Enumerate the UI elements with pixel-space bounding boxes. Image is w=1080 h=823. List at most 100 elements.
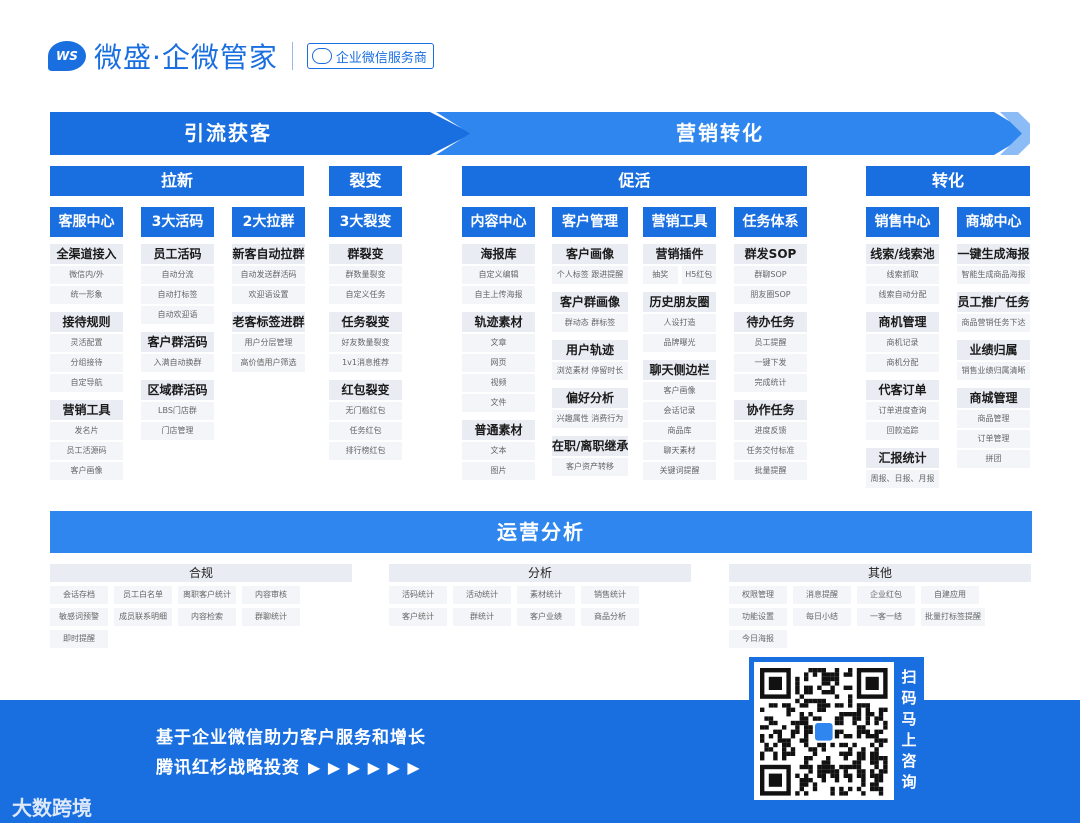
feature-item: 客户资产转移 (552, 458, 628, 476)
qr-module (883, 760, 888, 765)
feature-item: 员工提醒 (734, 334, 807, 352)
qr-module (834, 734, 840, 739)
qr-module (804, 778, 809, 783)
qr-module (760, 751, 765, 756)
feature-item: 群聊SOP (734, 266, 807, 284)
feature-item: 用户分层管理 (232, 334, 305, 352)
qr-module (808, 747, 813, 752)
qr-finder (768, 676, 782, 690)
qr-module (834, 668, 840, 673)
qr-module (874, 764, 879, 770)
col-header-kefu: 客服中心 (50, 207, 123, 237)
group-title: 营销插件 (643, 244, 716, 264)
qr-module (861, 782, 866, 787)
qr-module (830, 769, 835, 774)
qr-module (852, 764, 857, 770)
ops-analysis-grid: 活码统计 活动统计 素材统计 销售统计 客户统计 群统计 客户业绩 商品分析 (389, 586, 691, 626)
qr-module (878, 729, 884, 734)
chat-bubble-icon (311, 48, 332, 64)
qr-module (861, 729, 866, 734)
qr-module (764, 716, 769, 721)
group-title: 群裂变 (329, 244, 402, 264)
section-zhuanhua: 转化 (866, 166, 1030, 196)
qr-module (817, 773, 822, 778)
feature-item: 客户画像 (643, 382, 716, 400)
qr-module (883, 707, 888, 712)
feature-item: 抽奖 (643, 266, 678, 284)
qr-module (795, 720, 800, 726)
qr-module (843, 764, 848, 770)
qr-module (799, 786, 804, 792)
qr-module (821, 760, 826, 765)
qr-finder (768, 773, 782, 787)
qr-module (795, 773, 800, 778)
col-header-huoma: 3大活码 (141, 207, 214, 237)
group-title: 历史朋友圈 (643, 292, 716, 312)
ops-item: 成员联系明细 (114, 608, 172, 626)
qr-module (782, 747, 787, 752)
qr-module (834, 773, 840, 778)
group-title: 任务裂变 (329, 312, 402, 332)
ops-item: 活动统计 (453, 586, 511, 604)
ops-compliance-grid: 会话存档 员工白名单 离职客户统计 内容审核 敏感词预警 成员联系明细 内容检索 群聊统计 即时… (50, 586, 352, 648)
qr-module (865, 712, 870, 717)
qr-module (768, 747, 774, 752)
feature-item: 欢迎语设置 (232, 286, 305, 304)
qr-module (830, 676, 835, 682)
ops-item: 企业红包 (857, 586, 915, 604)
feature-item: 员工活源码 (50, 442, 123, 460)
group-title: 接待规则 (50, 312, 123, 332)
qr-module (799, 764, 804, 770)
feature-item: 文件 (462, 394, 535, 412)
qr-module (861, 773, 866, 778)
qr-module (799, 720, 804, 726)
feature-item: 自定义任务 (329, 286, 402, 304)
qr-module (773, 720, 778, 726)
qr-module (830, 690, 835, 695)
qr-module (804, 690, 809, 695)
feature-item: 线索抓取 (866, 266, 939, 284)
qr-module (883, 764, 888, 770)
feature-item: 会话记录 (643, 402, 716, 420)
qr-module (878, 756, 884, 761)
group-title: 营销工具 (50, 400, 123, 420)
ops-item: 内容检索 (178, 608, 236, 626)
qr-side-char: 上 (901, 731, 917, 749)
qr-module (878, 738, 884, 743)
feature-item: 客户画像 (50, 462, 123, 480)
feature-item: 浏览素材 停留时长 (552, 362, 628, 380)
qr-module (804, 734, 809, 739)
feature-item: 个人标签 跟进提醒 (552, 266, 628, 284)
qr-module (848, 668, 853, 673)
feature-item: 灵活配置 (50, 334, 123, 352)
feature-item: 自动欢迎语 (141, 306, 214, 324)
qr-module (773, 751, 778, 756)
qr-side-char: 码 (901, 689, 917, 707)
col-header-xiaoshou: 销售中心 (866, 207, 939, 237)
qr-module (870, 773, 875, 778)
partner-label: 企业微信服务商 (335, 50, 427, 66)
qr-module (830, 786, 835, 792)
qr-module (804, 756, 809, 761)
qr-module (804, 791, 809, 796)
feature-item: 进度反馈 (734, 422, 807, 440)
qr-module (768, 716, 774, 721)
feature-item: 拼团 (957, 450, 1030, 468)
qr-code-icon[interactable] (754, 662, 894, 800)
ops-item: 群统计 (453, 608, 511, 626)
qr-module (874, 751, 879, 756)
qr-module (817, 707, 822, 712)
col-yingxiao: 营销插件 抽奖 H5红包 历史朋友圈 人设打造 品牌曝光 聊天侧边栏 客户画像 会话记录 商品库聊… (643, 244, 716, 482)
qr-center-chat-icon (815, 723, 833, 741)
qr-module (826, 690, 831, 695)
group-title: 区域群活码 (141, 380, 214, 400)
qr-module (782, 703, 787, 708)
section-cuohuo: 促活 (462, 166, 807, 196)
col-neirong: 海报库 自定义编辑 自主上传海报 轨迹素材 文章 网页 视频 文件 普通素材 文本 图片 (462, 244, 535, 482)
qr-module (821, 672, 826, 677)
qr-module (786, 703, 791, 708)
feature-item: 图片 (462, 462, 535, 480)
feature-item: H5红包 (681, 266, 716, 284)
qr-module (826, 760, 831, 765)
qr-module (878, 786, 884, 792)
